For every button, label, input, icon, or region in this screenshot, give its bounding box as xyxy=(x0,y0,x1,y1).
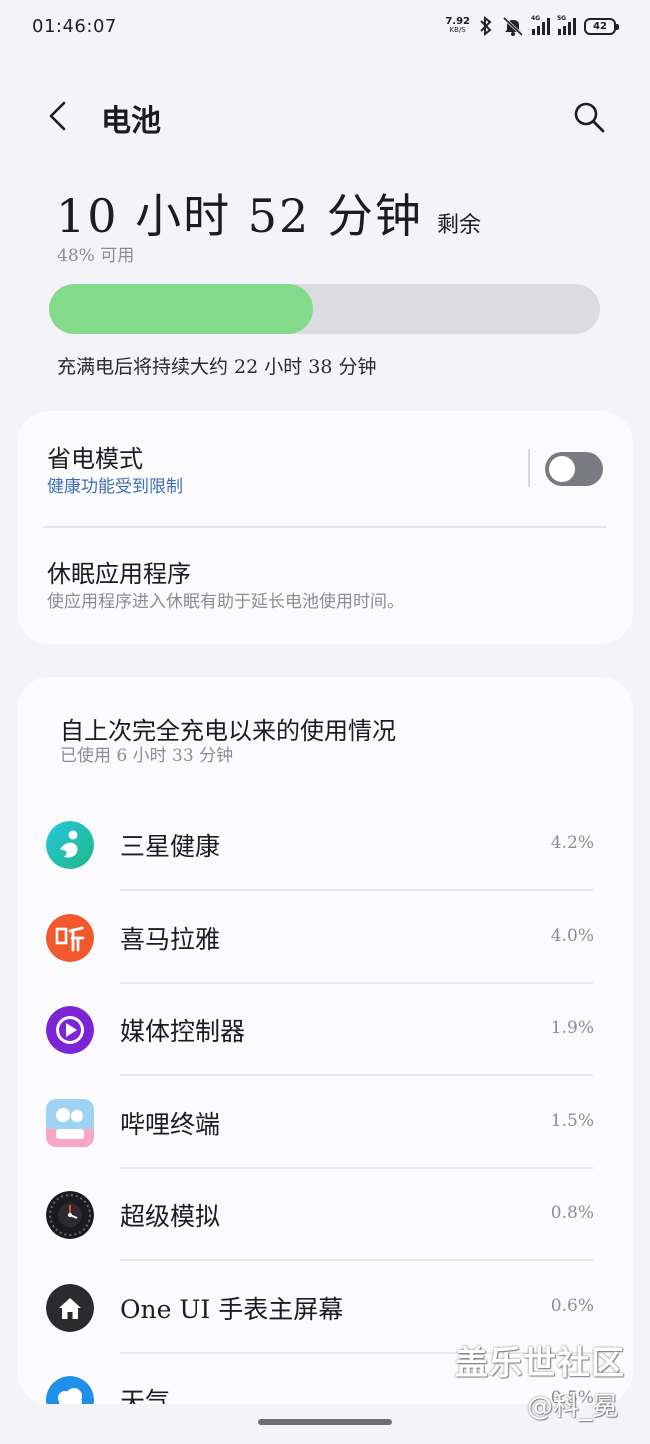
bluetooth-icon xyxy=(480,16,492,36)
watermark-site: 盖乐世社区 xyxy=(455,1343,625,1382)
status-icons: 7.92 KB/S 4G 5G 42 xyxy=(445,15,619,36)
app-name: 喜马拉雅 xyxy=(120,925,221,954)
divider xyxy=(528,449,530,487)
signal-icon: 4G xyxy=(531,15,550,35)
app-percent: 1.9% xyxy=(550,1018,594,1038)
divider xyxy=(120,1074,593,1076)
sleeping-apps-subtitle: 使应用程序进入休眠有助于延长电池使用时间。 xyxy=(47,592,404,612)
usage-card: 自上次完全充电以来的使用情况 已使用 6 小时 33 分钟 三星健康 4.2% … xyxy=(17,677,633,1404)
app-name: 哔哩终端 xyxy=(120,1110,221,1139)
app-usage-row[interactable]: 哔哩终端 1.5% xyxy=(17,1077,633,1169)
app-usage-row[interactable]: 媒体控制器 1.9% xyxy=(17,984,633,1076)
net-speed: 7.92 KB/S xyxy=(445,17,470,35)
app-percent: 4.0% xyxy=(550,926,594,946)
power-saving-row[interactable]: 省电模式 健康功能受到限制 xyxy=(17,411,527,527)
home-icon xyxy=(46,1284,94,1332)
back-icon[interactable] xyxy=(42,100,74,132)
usage-subtitle: 已使用 6 小时 33 分钟 xyxy=(60,746,234,766)
full-charge-estimate: 充满电后将持续大约 22 小时 38 分钟 xyxy=(57,356,377,378)
toggle-knob xyxy=(549,456,575,482)
power-saving-toggle[interactable] xyxy=(545,452,603,486)
app-header: 电池 xyxy=(0,86,650,146)
sig1-label: 4G xyxy=(531,15,541,22)
battery-level: 42 xyxy=(593,20,607,32)
remaining-suffix: 剩余 xyxy=(436,213,481,238)
samsung-health-icon xyxy=(46,821,94,869)
media-controller-icon xyxy=(46,1006,94,1054)
app-name: 三星健康 xyxy=(120,832,221,861)
app-percent: 0.6% xyxy=(550,1296,594,1316)
app-usage-row[interactable]: 三星健康 4.2% xyxy=(17,799,633,891)
app-name: 媒体控制器 xyxy=(120,1017,246,1046)
battery-progress-fill xyxy=(49,284,314,334)
bili-terminal-icon xyxy=(46,1099,94,1147)
app-usage-row[interactable]: 喜马拉雅 4.0% xyxy=(17,892,633,984)
weather-icon xyxy=(46,1376,94,1404)
divider xyxy=(120,889,593,891)
net-speed-value: 7.92 xyxy=(445,16,470,27)
ximalaya-icon xyxy=(46,914,94,962)
battery-remaining: 10 小时 52 分钟 剩余 xyxy=(56,180,481,246)
app-name: One UI 手表主屏幕 xyxy=(120,1295,344,1324)
battery-settings-card: 省电模式 健康功能受到限制 休眠应用程序 使应用程序进入休眠有助于延长电池使用时… xyxy=(17,411,633,644)
status-time: 01:46:07 xyxy=(32,15,117,37)
net-speed-unit: KB/S xyxy=(449,26,466,34)
battery-icon: 42 xyxy=(584,17,619,35)
page-title: 电池 xyxy=(101,104,161,139)
battery-available: 48% 可用 xyxy=(57,246,135,266)
divider xyxy=(120,1259,593,1261)
remaining-time: 10 小时 52 分钟 xyxy=(56,189,423,243)
super-sim-watch-icon xyxy=(46,1191,94,1239)
app-percent: 1.5% xyxy=(550,1111,594,1131)
app-usage-row[interactable]: 超级模拟 0.8% xyxy=(17,1169,633,1261)
power-saving-title: 省电模式 xyxy=(47,445,143,473)
app-percent: 0.8% xyxy=(550,1203,594,1223)
sig2-label: 5G xyxy=(557,15,567,22)
app-percent: 4.2% xyxy=(550,833,594,853)
sleeping-apps-title: 休眠应用程序 xyxy=(47,560,191,588)
power-saving-subtitle: 健康功能受到限制 xyxy=(47,477,183,497)
signal-icon: 5G xyxy=(557,15,576,35)
search-icon[interactable] xyxy=(572,100,606,134)
status-bar: 01:46:07 7.92 KB/S 4G 5G 42 xyxy=(0,0,650,52)
battery-progress-bar xyxy=(49,284,600,334)
sleeping-apps-row[interactable]: 休眠应用程序 使应用程序进入休眠有助于延长电池使用时间。 xyxy=(17,528,633,644)
watermark-author: @科_冕 xyxy=(527,1392,619,1422)
home-indicator[interactable] xyxy=(258,1419,392,1425)
app-name: 天气 xyxy=(120,1387,171,1404)
mute-icon xyxy=(502,16,524,36)
app-name: 超级模拟 xyxy=(120,1202,221,1231)
